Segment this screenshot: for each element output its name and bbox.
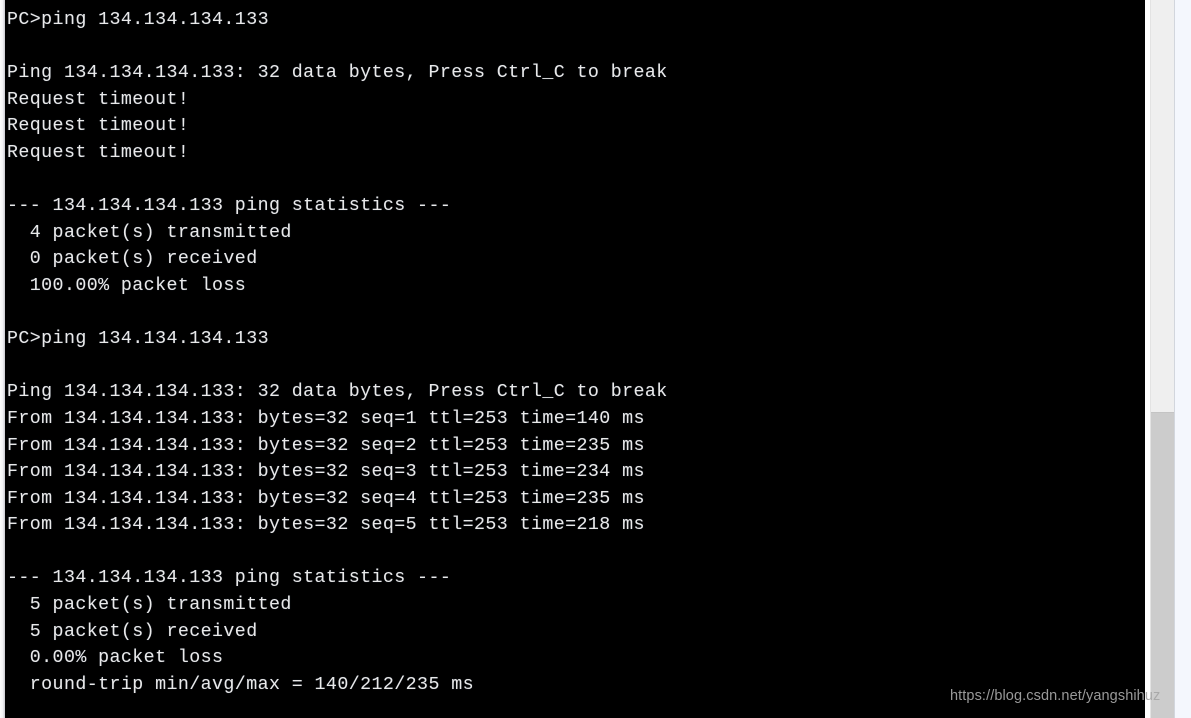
scrollbar-thumb[interactable] (1151, 412, 1174, 718)
cli-terminal-panel[interactable]: PC>ping 134.134.134.133 Ping 134.134.134… (5, 0, 1145, 718)
screenshot-root: PC>ping 134.134.134.133 Ping 134.134.134… (0, 0, 1191, 718)
terminal-output-text: PC>ping 134.134.134.133 Ping 134.134.134… (7, 10, 668, 695)
watermark-url: https://blog.csdn.net/yangshihuz (950, 688, 1161, 704)
vertical-scrollbar[interactable] (1150, 0, 1175, 718)
